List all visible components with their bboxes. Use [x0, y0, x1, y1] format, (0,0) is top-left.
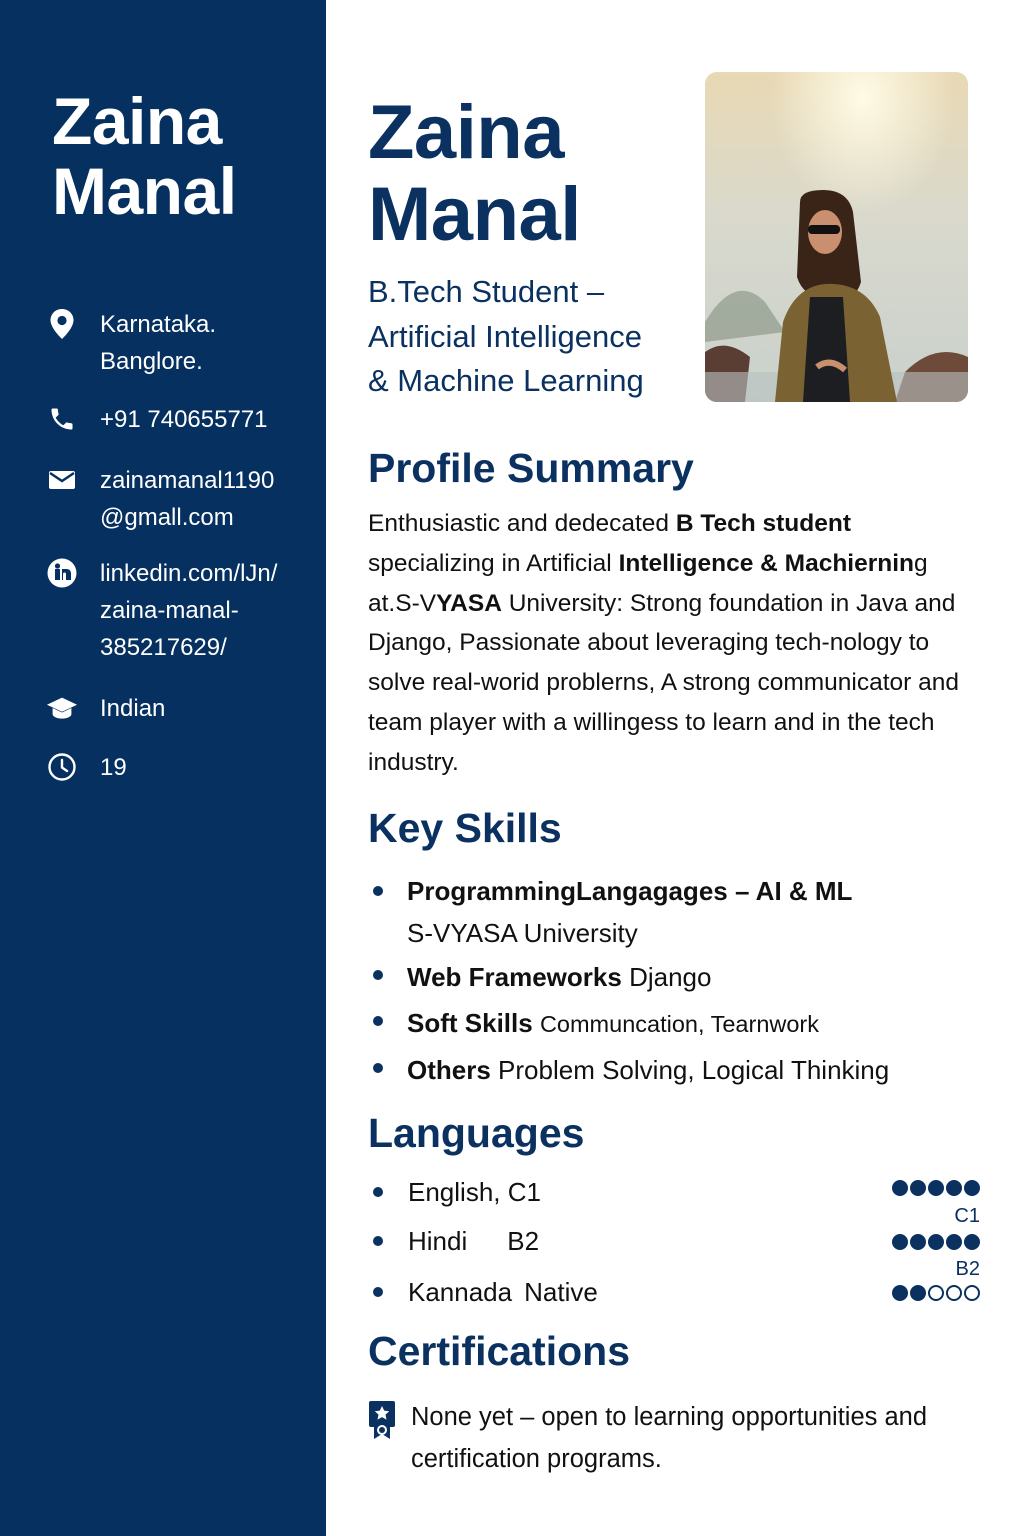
rating-dot-empty [928, 1285, 944, 1301]
clock-icon [46, 751, 78, 783]
language-level: Native [524, 1277, 598, 1307]
contact-location-text: Karnataka. Banglore. [100, 311, 217, 375]
summary-text-part: University: Strong foundation in Java an… [368, 589, 960, 776]
contact-location: Karnataka. Banglore. [46, 306, 300, 380]
skill-name: ProgrammingLangagages – AI & ML [407, 876, 853, 906]
contact-age: 19 [46, 749, 300, 786]
linkedin-icon [46, 557, 78, 589]
main-last-name: Manal [368, 172, 581, 257]
rating-dot-filled [928, 1180, 944, 1196]
skill-item: Soft Skills Communcation, Tearnwork [368, 1000, 988, 1047]
main-name: Zaina Manal [368, 92, 581, 256]
skill-name: Others [407, 1055, 491, 1085]
skill-detail: Communcation, Tearnwork [539, 1011, 820, 1037]
rating-dot-empty [946, 1285, 962, 1301]
skill-detail: Django [629, 962, 712, 992]
certifications-text: None yet – open to learning opportunitie… [411, 1403, 928, 1473]
skill-detail: Problem Solving, Logical Thinking [498, 1055, 890, 1085]
contact-age-text: 19 [100, 754, 127, 781]
rating-dot-filled [910, 1180, 926, 1196]
rating-dot-filled [892, 1285, 908, 1301]
skill-item: Others Problem Solving, Logical Thinking [368, 1047, 988, 1093]
contact-phone: +91 740655771 [46, 401, 300, 438]
rating-dot-filled [964, 1234, 980, 1250]
language-name: Hindi [408, 1226, 468, 1256]
language-rating [890, 1234, 980, 1250]
skill-item: Web Frameworks Django [368, 954, 988, 1000]
graduation-cap-icon [46, 692, 78, 724]
mail-icon [46, 464, 78, 496]
contact-linkedin-text: linkedin.com/lJn/ zaina-manal- 385217629… [100, 560, 278, 661]
profile-photo [705, 72, 968, 402]
rating-dot-filled [910, 1234, 926, 1250]
sidebar: Zaina Manal Karnataka. Banglore. +91 740… [0, 0, 326, 1536]
rating-dot-filled [928, 1234, 944, 1250]
language-item: English, C1 [368, 1170, 598, 1219]
language-name: Kannada [408, 1277, 513, 1307]
certifications-entry: None yet – open to learning opportunitie… [368, 1396, 981, 1480]
skills-list: ProgrammingLangagages – AI & ML S-VYASA … [368, 870, 988, 1093]
language-name: English, C1 [408, 1177, 541, 1207]
section-title-key-skills: Key Skills [368, 805, 562, 851]
language-item: Hindi B2 [368, 1219, 598, 1268]
contact-phone-text: +91 740655771 [100, 406, 268, 433]
languages-list: English, C1 Hindi B2 Kannada Native [368, 1170, 598, 1319]
summary-text-part: Enthusiastic and dedecated [368, 510, 676, 537]
rating-dot-filled [910, 1285, 926, 1301]
contact-linkedin: linkedin.com/lJn/ zaina-manal- 385217629… [46, 555, 300, 666]
rating-dot-empty [964, 1285, 980, 1301]
sidebar-last-name: Manal [52, 154, 237, 228]
section-title-profile-summary: Profile Summary [368, 445, 694, 491]
location-pin-icon [46, 308, 78, 340]
contact-nationality: Indian [46, 690, 300, 727]
skill-detail: S-VYASA University [407, 918, 638, 948]
summary-bold-part: Intelligence & Machiernin [618, 549, 914, 577]
summary-text-part: specializing in Artificial [368, 549, 619, 577]
summary-bold-part: B Tech student [675, 510, 851, 537]
rating-dot-filled [946, 1234, 962, 1250]
contact-email-text: zainamanal1190 @gmall.com [100, 467, 275, 531]
role-title: B.Tech Student – Artificial Intelligence… [368, 274, 644, 398]
language-level: B2 [507, 1226, 540, 1256]
contact-nationality-text: Indian [100, 695, 166, 722]
phone-icon [46, 403, 78, 435]
language-rating [890, 1180, 980, 1196]
contact-email: zainamanal1190 @gmall.com [46, 462, 300, 536]
skill-name: Web Frameworks [407, 962, 622, 992]
rating-dot-filled [892, 1234, 908, 1250]
profile-summary-text: Enthusiastic and dedecated B Tech studen… [368, 504, 978, 783]
sidebar-name: Zaina Manal [52, 86, 237, 226]
language-rating [890, 1285, 980, 1301]
summary-bold-part: YASA [436, 589, 502, 617]
rating-label: C1 [954, 1205, 980, 1227]
rating-dot-filled [892, 1180, 908, 1196]
language-item: Kannada Native [368, 1270, 598, 1319]
section-title-certifications: Certifications [368, 1328, 630, 1374]
rating-dot-filled [946, 1180, 962, 1196]
rating-dot-filled [964, 1180, 980, 1196]
main-first-name: Zaina [368, 90, 564, 175]
skill-name: Soft Skills [407, 1008, 533, 1038]
rating-label: B2 [955, 1258, 980, 1280]
section-title-languages: Languages [368, 1110, 585, 1156]
sidebar-first-name: Zaina [52, 84, 222, 158]
certificate-badge-icon [368, 1400, 398, 1480]
skill-item: ProgrammingLangagages – AI & ML S-VYASA … [368, 870, 988, 954]
